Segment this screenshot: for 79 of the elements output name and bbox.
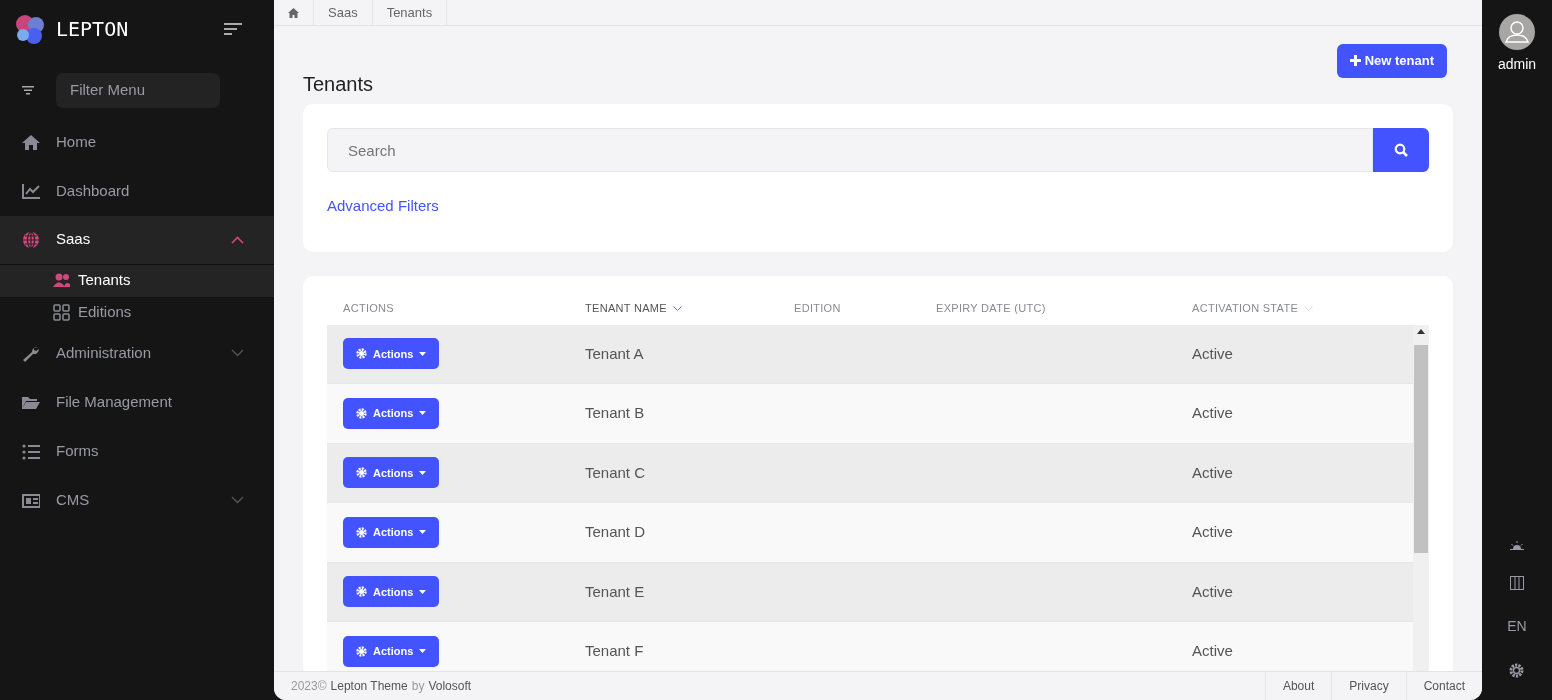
submenu-item[interactable]: Editions [0,296,274,329]
gear-icon [356,467,367,479]
activation-state: Active [1192,463,1233,481]
column-header[interactable]: TENANT NAME [585,300,667,317]
menu-toggle-icon[interactable] [224,23,242,35]
gear-icon [356,645,367,657]
by-text: by [411,678,425,695]
tenant-name: Tenant D [585,523,646,540]
gear-icon [356,526,367,538]
globe-icon [22,231,40,248]
tenant-name: Tenant E [585,582,645,600]
gear-icon [356,348,367,360]
caret-icon [419,411,427,416]
actions-dropdown[interactable]: Actions [343,457,440,489]
column-header[interactable]: EXPIRY DATE (UTC) [936,300,1046,317]
advanced-filters-link[interactable]: Advanced Filters [327,197,439,214]
tenant-name: Tenant A [585,344,644,362]
column-header[interactable]: ACTIONS [343,300,394,317]
user-name[interactable]: admin [1497,54,1537,75]
brand-name: LEPTON [56,16,129,43]
actions-dropdown[interactable]: Actions [343,397,440,429]
breadcrumb-item: Tenants [372,0,448,25]
actions-dropdown[interactable]: Actions [343,576,440,608]
caret-icon [419,470,427,475]
sunrise-icon[interactable] [1510,541,1524,550]
tenant-name: Tenant C [585,463,646,481]
newspaper-icon [22,491,40,509]
filter-icon [22,85,34,95]
logo-icon [14,13,46,45]
filter-menu-field[interactable]: Filter Menu [56,73,220,108]
page-title: Tenants [303,72,374,96]
menu-item[interactable]: File Management [0,377,274,427]
gear-icon [356,586,367,598]
search-field[interactable]: Search [327,128,1373,172]
activation-state: Active [1192,344,1233,362]
actions-dropdown[interactable]: Actions [343,635,440,667]
submenu-item[interactable]: Tenants [0,264,274,297]
column-header[interactable]: EDITION [794,300,841,317]
home-icon [22,133,40,151]
theme-link[interactable]: Lepton Theme [330,677,408,695]
columns-icon[interactable] [1510,576,1524,590]
new-tenant-button[interactable]: New tenant [1336,44,1447,78]
wrench-icon [22,344,40,362]
activation-state: Active [1192,404,1233,421]
footer-link[interactable]: Privacy [1331,672,1406,700]
activation-state: Active [1192,582,1233,600]
users-icon [53,272,70,289]
actions-dropdown[interactable]: Actions [343,338,440,370]
caret-icon [419,351,427,356]
breadcrumb-item[interactable]: Saas [314,0,373,25]
activation-state: Active [1192,523,1233,540]
home-icon[interactable] [288,7,299,18]
footer-link[interactable]: About [1264,672,1332,700]
search-button[interactable] [1373,128,1429,172]
search-icon [1394,143,1408,157]
menu-item[interactable]: Dashboard [0,166,274,216]
caret-icon [419,589,427,594]
company-link[interactable]: Volosoft [428,677,472,695]
menu-item[interactable]: Saas [0,215,274,265]
activation-state: Active [1192,642,1233,659]
gear-icon [356,407,367,419]
menu-item[interactable]: Forms [0,426,274,476]
menu-item[interactable]: CMS [0,475,274,525]
chart-icon [22,182,40,200]
language-selector[interactable]: EN [1507,616,1527,637]
menu-item[interactable]: Administration [0,328,274,378]
copyright-text: 2023© [291,678,327,695]
caret-icon [419,530,427,535]
tenant-name: Tenant B [585,404,645,421]
settings-icon[interactable] [1509,663,1525,678]
caret-icon [419,649,427,654]
list-icon [22,442,40,460]
column-header[interactable]: ACTIVATION STATE [1192,300,1299,317]
menu-item[interactable]: Home [0,117,274,167]
plus-icon [1349,55,1361,67]
tenant-name: Tenant F [585,642,644,659]
actions-dropdown[interactable]: Actions [343,516,440,548]
grid-icon [53,304,70,321]
avatar-icon[interactable] [1499,14,1535,50]
